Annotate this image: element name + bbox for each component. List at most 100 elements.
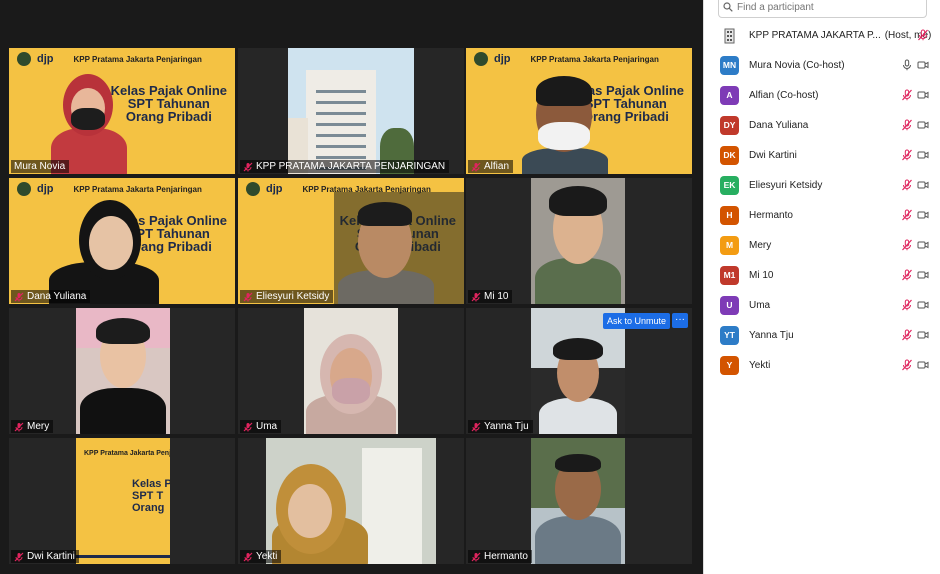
mic-muted-icon[interactable] [901, 209, 913, 221]
video-tile-yekti[interactable]: Yekti [238, 438, 464, 564]
avatar: M1 [720, 265, 739, 285]
mic-muted-icon [243, 552, 253, 561]
slide-brand: djp [266, 183, 283, 195]
video-camera-icon[interactable] [917, 59, 929, 71]
mic-muted-icon[interactable] [901, 269, 913, 281]
participant-row[interactable]: DY Dana Yuliana [704, 110, 940, 140]
participant-name-tag: Alfian [468, 160, 514, 173]
djp-logo-icon [17, 52, 31, 66]
participant-name-tag: Dana Yuliana [11, 290, 91, 303]
video-camera-icon[interactable] [917, 299, 929, 311]
participant-name: Dwi Kartini [749, 149, 797, 161]
participant-search[interactable] [718, 0, 927, 18]
mic-icon[interactable] [901, 59, 913, 71]
avatar: A [720, 85, 739, 105]
mic-muted-icon [14, 552, 24, 561]
participant-name-tag: Hermanto [468, 550, 532, 563]
participant-status-icons [901, 179, 929, 191]
slide-office: KPP Pratama Jakarta Penjaringan [73, 184, 202, 194]
participant-row[interactable]: H Hermanto [704, 200, 940, 230]
slide-title: Kelas PaSPT TOrang [132, 478, 170, 514]
participant-name-tag: Mery [11, 420, 54, 433]
participant-name: Alfian (Co-host) [749, 89, 819, 101]
participant-row[interactable]: EK Eliesyuri Ketsidy [704, 170, 940, 200]
mic-muted-icon[interactable] [901, 179, 913, 191]
video-feed [266, 438, 436, 564]
video-feed: djpKPP Pratama Jakarta Penjaringan Kelas… [466, 48, 692, 174]
video-camera-icon[interactable] [917, 209, 929, 221]
participant-status-icons [901, 359, 929, 371]
search-icon [723, 2, 733, 12]
mic-muted-icon [471, 552, 481, 561]
video-feed: djp KPP Pratama Jakarta Penjaringan Kelas… [9, 48, 235, 174]
participant-row[interactable]: M Mery [704, 230, 940, 260]
video-camera-icon[interactable] [917, 89, 929, 101]
mic-muted-icon [14, 292, 24, 301]
video-tile-mi-10[interactable]: Mi 10 [466, 178, 692, 304]
video-tile-uma[interactable]: Uma [238, 308, 464, 434]
mic-muted-icon[interactable] [901, 329, 913, 341]
video-feed: KPP Pratama Jakarta Penjaringan Kelas Pa… [76, 438, 170, 564]
participant-name-tag: Uma [240, 420, 282, 433]
participant-row[interactable]: DK Dwi Kartini [704, 140, 940, 170]
participant-row[interactable]: Y Yekti [704, 350, 940, 380]
participant-row[interactable]: A Alfian (Co-host) [704, 80, 940, 110]
mic-muted-icon[interactable] [901, 299, 913, 311]
participant-name: Yanna Tju [749, 329, 794, 341]
slide-brand: djp [37, 53, 54, 65]
video-tile-eliesyuri-ketsidy[interactable]: djpKPP Pratama Jakarta Penjaringan Kelas… [238, 178, 464, 304]
participant-name-tag: Mura Novia [11, 160, 70, 173]
video-tile-dana-yuliana[interactable]: djp KPP Pratama Jakarta Penjaringan Kelas… [9, 178, 235, 304]
video-camera-icon[interactable] [917, 179, 929, 191]
avatar: YT [720, 325, 739, 345]
video-feed [531, 438, 625, 564]
slide-office: KPP Pratama Jakarta Penjaringan [73, 54, 202, 64]
participant-row[interactable]: MN Mura Novia (Co-host) [704, 50, 940, 80]
video-tile-hermanto[interactable]: Hermanto [466, 438, 692, 564]
avatar: H [720, 205, 739, 225]
slide-office: KPP Pratama Jakarta Penjaringan [530, 54, 659, 64]
participant-name-tag: Yekti [240, 550, 282, 563]
slide-title: Kelas Pajak OnlineSPT TahunanOrang Priba… [110, 83, 227, 124]
ask-to-unmute-button[interactable]: Ask to Unmute [603, 313, 671, 329]
participant-name: Mura Novia (Co-host) [749, 59, 845, 71]
participant-row[interactable]: M1 Mi 10 [704, 260, 940, 290]
building-icon [724, 28, 735, 43]
mic-muted-icon[interactable] [901, 89, 913, 101]
mic-muted-icon[interactable] [917, 29, 929, 41]
video-tile-mery[interactable]: Mery [9, 308, 235, 434]
search-input[interactable] [737, 1, 917, 13]
mic-muted-icon[interactable] [901, 239, 913, 251]
video-camera-icon[interactable] [917, 239, 929, 251]
participant-row[interactable]: U Uma [704, 290, 940, 320]
mic-muted-icon[interactable] [901, 119, 913, 131]
participant-name: KPP PRATAMA JAKARTA P... [749, 29, 881, 41]
video-camera-icon[interactable] [917, 119, 929, 131]
video-camera-icon[interactable] [917, 329, 929, 341]
mic-muted-icon [243, 422, 253, 431]
avatar: DK [720, 145, 739, 165]
avatar: DY [720, 115, 739, 135]
participant-name: Uma [749, 299, 771, 311]
mic-muted-icon[interactable] [901, 149, 913, 161]
participant-status-icons [901, 119, 929, 131]
video-tile-mura-novia[interactable]: djp KPP Pratama Jakarta Penjaringan Kelas… [9, 48, 235, 174]
participant-status-icons [901, 239, 929, 251]
video-camera-icon[interactable] [917, 149, 929, 161]
participant-name-tag: Eliesyuri Ketsidy [240, 290, 334, 303]
video-camera-icon[interactable] [917, 269, 929, 281]
more-options-button[interactable]: ··· [672, 313, 688, 328]
participant-status-icons [901, 149, 929, 161]
video-tile-kpp-host[interactable]: KPP PRATAMA JAKARTA PENJARINGAN [238, 48, 464, 174]
mic-muted-icon [471, 162, 481, 171]
participant-status-icons [901, 299, 929, 311]
participant-name: Yekti [749, 359, 771, 371]
video-feed [288, 48, 414, 174]
video-tile-alfian[interactable]: djp KPP Pratama Jakarta Penjaringan Kelas… [466, 48, 692, 174]
video-feed [531, 178, 625, 304]
participant-row[interactable]: KPP PRATAMA JAKARTA P... (Host, me) [704, 20, 940, 50]
video-tile-dwi-kartini[interactable]: KPP Pratama Jakarta Penjaringan Kelas Pa… [9, 438, 235, 564]
mic-muted-icon[interactable] [901, 359, 913, 371]
participant-row[interactable]: YT Yanna Tju [704, 320, 940, 350]
video-camera-icon[interactable] [917, 359, 929, 371]
